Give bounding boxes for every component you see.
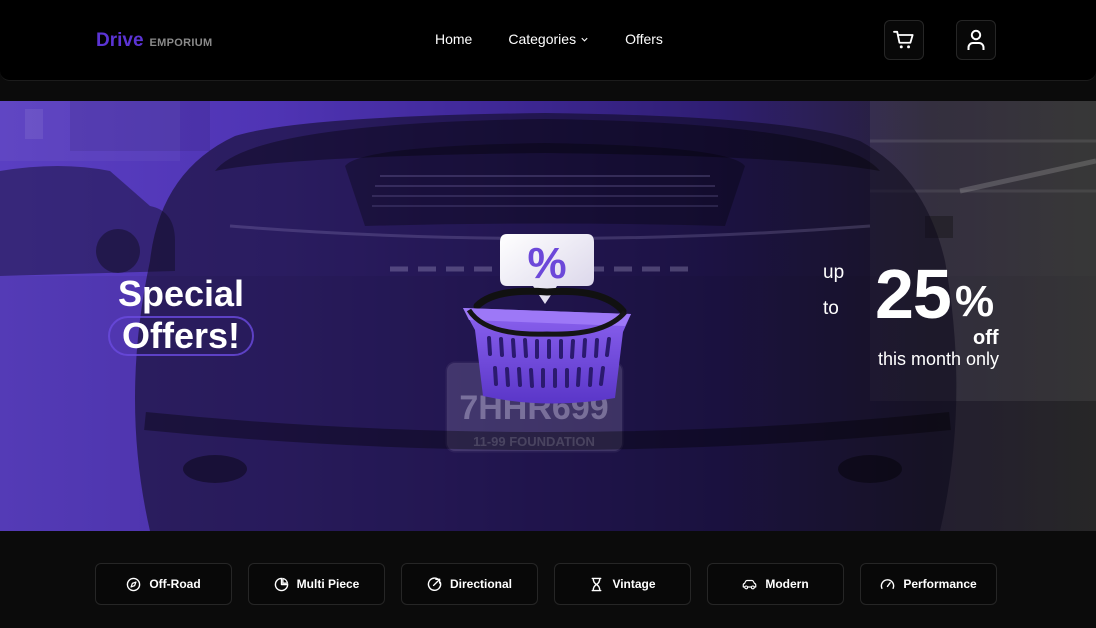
pie-chart-icon <box>274 577 288 591</box>
category-label: Performance <box>903 577 977 591</box>
cart-button[interactable] <box>884 20 924 60</box>
discount-off-text: off <box>973 327 999 349</box>
category-directional-button[interactable]: Directional <box>401 563 538 605</box>
user-button[interactable] <box>956 20 996 60</box>
nav-home[interactable]: Home <box>435 31 472 47</box>
category-label: Directional <box>449 577 512 591</box>
car-icon <box>742 579 757 589</box>
category-performance-button[interactable]: Performance <box>860 563 997 605</box>
hero-to-text: to <box>823 298 839 319</box>
title-outline-ring <box>108 316 254 356</box>
discount-period-text: this month only <box>878 349 1000 369</box>
brand-subtitle: EMPORIUM <box>149 37 213 49</box>
hourglass-icon <box>592 577 602 591</box>
category-vintage-button[interactable]: Vintage <box>554 563 691 605</box>
shopping-basket-percent-icon: % <box>463 234 631 404</box>
discount-value: 25 <box>875 255 952 333</box>
category-label: Vintage <box>612 577 656 591</box>
user-icon <box>967 29 985 50</box>
category-bar: Off-Road Multi Piece Directional Vintage… <box>95 563 997 605</box>
compass-icon <box>127 577 141 591</box>
category-multi-piece-button[interactable]: Multi Piece <box>248 563 385 605</box>
nav-categories[interactable]: Categories <box>508 31 589 47</box>
svg-text:%: % <box>527 239 566 288</box>
cart-icon <box>893 30 914 49</box>
category-off-road-button[interactable]: Off-Road <box>95 563 232 605</box>
category-modern-button[interactable]: Modern <box>707 563 844 605</box>
main-nav: Home Categories Offers <box>435 31 663 47</box>
nav-offers[interactable]: Offers <box>625 31 663 47</box>
hero-title-line1: Special <box>117 273 245 314</box>
category-label: Multi Piece <box>296 577 360 591</box>
nav-categories-label: Categories <box>508 31 577 47</box>
hero-up-text: up <box>823 262 845 283</box>
brand-logo[interactable]: Drive EMPORIUM <box>96 30 212 52</box>
navbar: Drive EMPORIUM Home Categories Offers <box>0 0 1096 81</box>
gauge-icon <box>881 578 895 589</box>
brand-name: Drive <box>96 30 144 51</box>
arrow-up-right-circle-icon <box>427 576 442 591</box>
category-label: Off-Road <box>149 577 201 591</box>
category-label: Modern <box>765 577 809 591</box>
hero-banner: 7HHR699 11-99 FOUNDATION Special Offers!… <box>0 101 1096 531</box>
chevron-down-icon <box>581 37 588 42</box>
discount-percent-sign: % <box>955 277 995 326</box>
